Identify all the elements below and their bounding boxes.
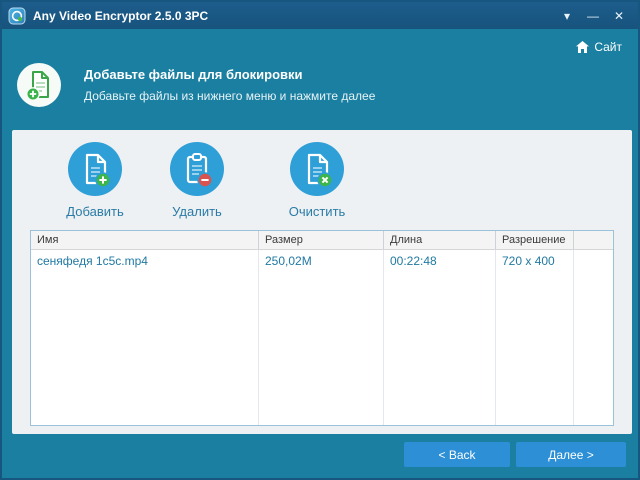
delete-file-icon: [170, 142, 224, 196]
add-files-badge-icon: [17, 63, 61, 107]
header-texts: Добавьте файлы для блокировки Добавьте ф…: [84, 67, 375, 103]
cell-extra: [574, 250, 613, 272]
column-header-resolution[interactable]: Разрешение: [496, 231, 574, 249]
page-header: Добавьте файлы для блокировки Добавьте ф…: [16, 62, 375, 108]
clear-list-icon: [290, 142, 344, 196]
column-divider: [258, 250, 259, 425]
cell-size: 250,02M: [265, 254, 312, 268]
minimize-button[interactable]: —: [582, 6, 604, 26]
window-controls: ▾ — ✕: [556, 2, 630, 29]
column-header-length[interactable]: Длина: [384, 231, 496, 249]
page-title: Добавьте файлы для блокировки: [84, 67, 303, 82]
next-button[interactable]: Далее >: [516, 442, 626, 467]
column-divider: [495, 250, 496, 425]
back-button[interactable]: < Back: [404, 442, 510, 467]
cell-name: сеняфедя 1с5с.mp4: [37, 254, 148, 268]
clear-files-label: Очистить: [288, 204, 346, 219]
add-files-label: Добавить: [66, 204, 124, 219]
site-link-label: Сайт: [594, 40, 622, 54]
delete-files-label: Удалить: [172, 204, 222, 219]
table-row[interactable]: сеняфедя 1с5с.mp4 250,02M 00:22:48 720 x…: [31, 250, 613, 272]
app-logo-icon: [8, 7, 26, 24]
delete-files-button[interactable]: Удалить: [154, 142, 240, 219]
app-window: Any Video Encryptor 2.5.0 3PC ▾ — ✕ Сайт…: [0, 0, 640, 480]
close-button[interactable]: ✕: [608, 6, 630, 26]
cell-resolution: 720 x 400: [502, 254, 555, 268]
window-title: Any Video Encryptor 2.5.0 3PC: [33, 8, 209, 23]
column-header-name[interactable]: Имя: [31, 231, 259, 249]
file-table: Имя Размер Длина Разрешение сеняфедя 1с5…: [30, 230, 614, 426]
add-file-icon: [68, 142, 122, 196]
add-files-button[interactable]: Добавить: [52, 142, 138, 219]
menu-caret-icon[interactable]: ▾: [556, 6, 578, 26]
column-divider: [383, 250, 384, 425]
home-icon: [576, 41, 590, 53]
file-table-header: Имя Размер Длина Разрешение: [31, 231, 613, 250]
main-panel: Добавить Удалить Очистить Имя Размер Дли…: [12, 130, 632, 434]
column-header-extra: [574, 231, 613, 249]
clear-files-button[interactable]: Очистить: [274, 142, 360, 219]
page-subtitle: Добавьте файлы из нижнего меню и нажмите…: [84, 89, 376, 103]
titlebar: Any Video Encryptor 2.5.0 3PC ▾ — ✕: [2, 2, 638, 29]
table-body: сеняфедя 1с5с.mp4 250,02M 00:22:48 720 x…: [31, 250, 613, 425]
column-divider: [573, 250, 574, 425]
cell-length: 00:22:48: [390, 254, 437, 268]
column-header-size[interactable]: Размер: [259, 231, 384, 249]
site-link[interactable]: Сайт: [576, 40, 622, 54]
